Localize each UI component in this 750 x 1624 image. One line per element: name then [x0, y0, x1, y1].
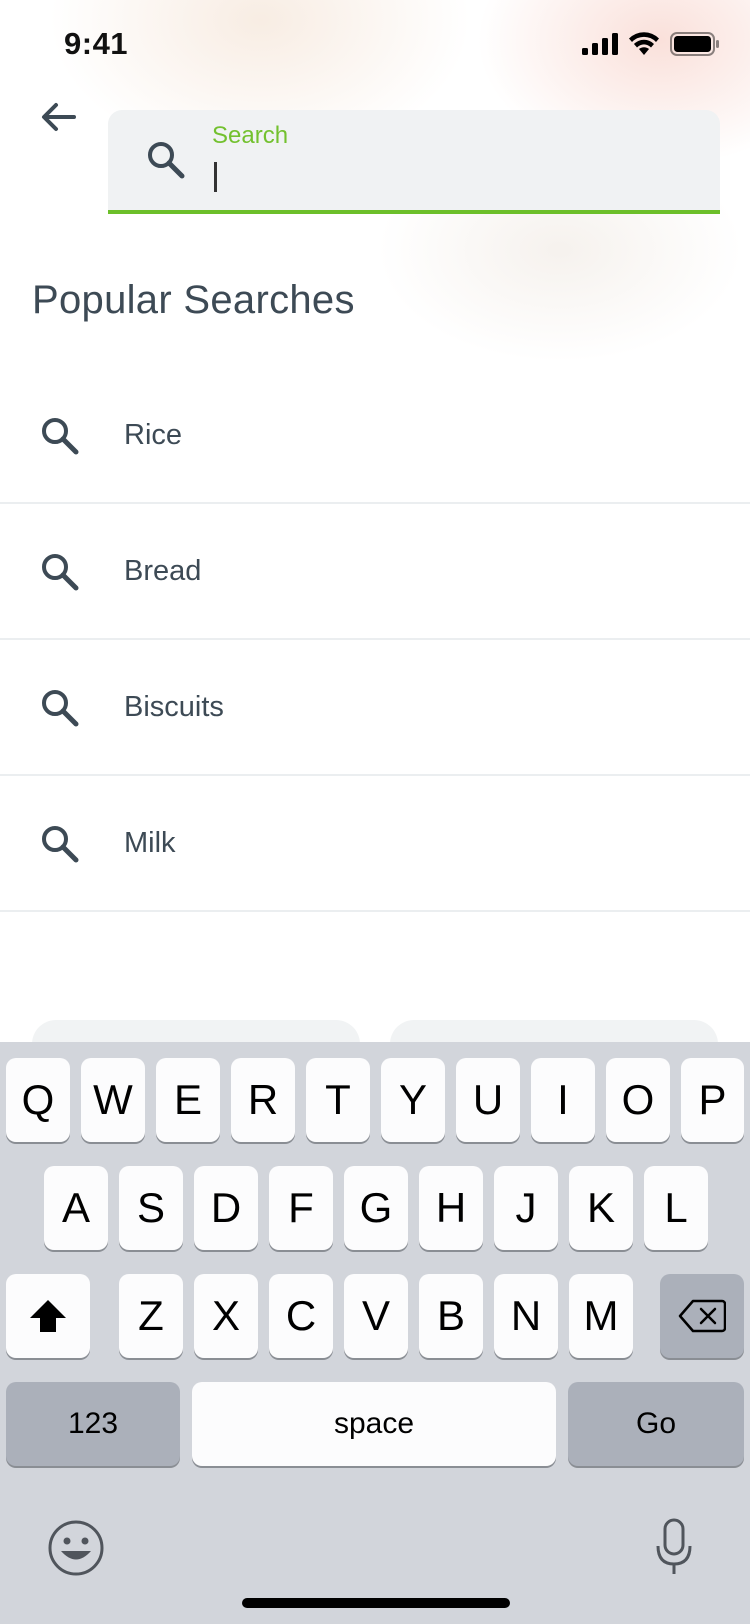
key-l[interactable]: L — [644, 1166, 708, 1250]
space-key[interactable]: space — [192, 1382, 556, 1466]
key-s[interactable]: S — [119, 1166, 183, 1250]
signal-icon — [582, 33, 618, 55]
shift-icon — [30, 1300, 66, 1332]
key-q[interactable]: Q — [6, 1058, 70, 1142]
key-e[interactable]: E — [156, 1058, 220, 1142]
delete-key[interactable] — [660, 1274, 744, 1358]
key-y[interactable]: Y — [381, 1058, 445, 1142]
search-icon — [42, 554, 79, 591]
search-icon — [42, 826, 79, 863]
key-r[interactable]: R — [231, 1058, 295, 1142]
key-h[interactable]: H — [419, 1166, 483, 1250]
content-cards-peek — [0, 1020, 750, 1080]
key-p[interactable]: P — [681, 1058, 744, 1142]
keyboard: Q W E R T Y U I O P A S D F G H J K L Z … — [0, 1042, 750, 1624]
search-icon — [42, 418, 79, 455]
key-a[interactable]: A — [44, 1166, 108, 1250]
key-m[interactable]: M — [569, 1274, 633, 1358]
search-icon — [42, 690, 79, 727]
search-icon — [148, 142, 185, 179]
home-indicator[interactable] — [242, 1598, 510, 1608]
key-o[interactable]: O — [606, 1058, 670, 1142]
key-v[interactable]: V — [344, 1274, 408, 1358]
key-w[interactable]: W — [81, 1058, 145, 1142]
text-cursor — [214, 162, 217, 192]
popular-search-item[interactable]: Milk — [0, 776, 750, 912]
key-f[interactable]: F — [269, 1166, 333, 1250]
popular-search-label: Rice — [124, 418, 183, 451]
popular-search-label: Bread — [124, 554, 202, 587]
key-x[interactable]: X — [194, 1274, 258, 1358]
battery-icon — [670, 32, 719, 56]
go-key[interactable]: Go — [568, 1382, 744, 1466]
search-label: Search — [212, 122, 289, 149]
key-c[interactable]: C — [269, 1274, 333, 1358]
search-input[interactable] — [212, 152, 692, 196]
popular-search-label: Biscuits — [124, 690, 224, 723]
dictation-button[interactable] — [652, 1518, 696, 1578]
shift-key[interactable] — [6, 1274, 90, 1358]
key-n[interactable]: N — [494, 1274, 558, 1358]
key-d[interactable]: D — [194, 1166, 258, 1250]
key-i[interactable]: I — [531, 1058, 595, 1142]
search-field[interactable]: Search — [108, 110, 720, 214]
key-j[interactable]: J — [494, 1166, 558, 1250]
popular-search-item[interactable]: Rice — [0, 368, 750, 504]
backspace-icon — [678, 1299, 726, 1333]
popular-search-label: Milk — [124, 826, 176, 859]
emoji-icon — [48, 1520, 104, 1576]
key-t[interactable]: T — [306, 1058, 370, 1142]
section-title: Popular Searches — [32, 278, 355, 322]
status-icons — [582, 32, 720, 56]
key-k[interactable]: K — [569, 1166, 633, 1250]
arrow-left-icon — [42, 103, 76, 131]
back-button[interactable] — [34, 92, 84, 142]
emoji-button[interactable] — [46, 1518, 106, 1578]
key-b[interactable]: B — [419, 1274, 483, 1358]
key-u[interactable]: U — [456, 1058, 520, 1142]
popular-search-item[interactable]: Bread — [0, 504, 750, 640]
microphone-icon — [656, 1518, 692, 1574]
popular-search-item[interactable]: Biscuits — [0, 640, 750, 776]
key-z[interactable]: Z — [119, 1274, 183, 1358]
status-time: 9:41 — [64, 26, 129, 61]
key-g[interactable]: G — [344, 1166, 408, 1250]
numbers-key[interactable]: 123 — [6, 1382, 180, 1466]
status-bar: 9:41 — [0, 0, 750, 92]
popular-searches-list: Rice Bread Biscuits Milk — [0, 368, 750, 912]
wifi-icon — [629, 32, 659, 55]
